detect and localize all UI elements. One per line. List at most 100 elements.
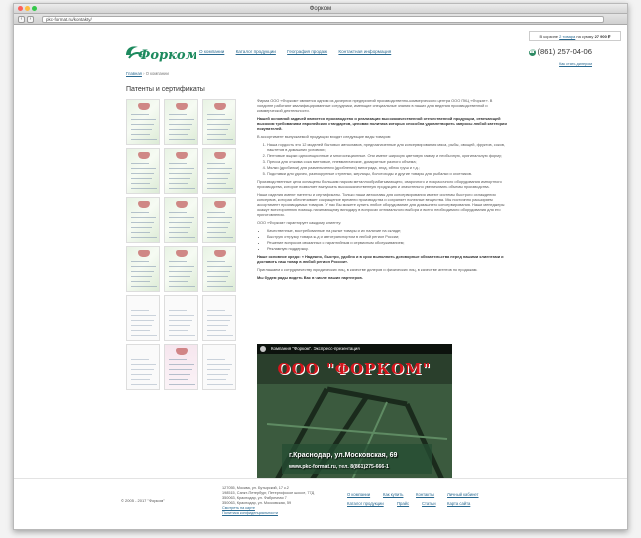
footer-link-how-to-buy[interactable]: Как купить <box>383 492 403 497</box>
text-line <box>131 335 157 336</box>
policy-link[interactable]: Политика конфиденциальности <box>222 511 278 515</box>
text-line <box>207 359 225 360</box>
text-line <box>169 183 188 184</box>
text-line <box>131 119 156 120</box>
text-line <box>131 129 152 130</box>
nav-catalog[interactable]: Каталог продукции <box>236 49 276 54</box>
browser-window: Форком ‹ › pkc-format.ru/kontakty/ В кор… <box>13 3 628 530</box>
seal-icon <box>176 103 188 110</box>
web-page: В корзине 2 товара на сумму 27 900 ₽ Фор… <box>14 26 627 529</box>
cart-items-link[interactable]: 2 товара <box>559 34 575 39</box>
breadcrumb-current: О компании <box>145 71 169 76</box>
certificate-thumbnail[interactable] <box>126 295 160 341</box>
text-line <box>207 129 228 130</box>
video-title-bar: Компания "Форком". Экспресс-презентация <box>257 344 452 354</box>
footer: © 2005 - 2017 "Форком" 127055, Москва, у… <box>14 478 627 529</box>
text-line <box>207 335 233 336</box>
certificate-thumbnail[interactable] <box>202 344 236 390</box>
forward-button[interactable]: › <box>27 16 34 23</box>
text-line <box>207 139 233 140</box>
close-icon[interactable] <box>18 6 23 11</box>
footer-link-catalog[interactable]: Каталог продукции <box>347 501 384 506</box>
nav-contacts[interactable]: Контактная информация <box>338 49 391 54</box>
paragraph-bold: Наше основное кредо: « Надежно, быстро, … <box>257 254 504 264</box>
seal-icon <box>176 250 188 257</box>
certificate-thumbnail[interactable] <box>164 344 198 390</box>
footer-link-cabinet[interactable]: Личный кабинет <box>447 492 479 497</box>
list-item: Мялки (дробилки) для размельчения (дробл… <box>267 165 509 170</box>
breadcrumb-home[interactable]: Главная <box>126 71 142 76</box>
text-line <box>207 173 230 174</box>
text-line <box>131 163 149 164</box>
nav-about[interactable]: О компании <box>199 49 224 54</box>
video-player[interactable]: Компания "Форком". Экспресс-презентация … <box>257 344 452 480</box>
text-line <box>207 227 228 228</box>
seal-icon <box>214 103 226 110</box>
list-item: Пентовые ящики односекционные и многосек… <box>267 153 509 158</box>
text-line <box>169 134 188 135</box>
paragraph-bold: Нашей основной задачей является производ… <box>257 116 507 131</box>
text-line <box>207 281 226 282</box>
products-list: Наша гордость это 12 моделей бытовых авт… <box>267 142 509 176</box>
certificate-thumbnail[interactable] <box>202 295 236 341</box>
certificate-thumbnail[interactable] <box>126 344 160 390</box>
seal-icon <box>214 152 226 159</box>
certificate-thumbnail[interactable] <box>164 197 198 243</box>
text-line <box>169 286 195 287</box>
text-line <box>169 227 190 228</box>
certificate-thumbnail[interactable] <box>126 197 160 243</box>
text-line <box>169 114 187 115</box>
forward-icon: › <box>29 16 32 22</box>
footer-link-articles[interactable]: Статьи <box>422 501 436 506</box>
certificate-thumbnail[interactable] <box>164 295 198 341</box>
certificate-thumbnail[interactable] <box>202 99 236 145</box>
text-line <box>169 163 187 164</box>
footer-link-about[interactable]: О компании <box>347 492 370 497</box>
maximize-icon[interactable] <box>32 6 37 11</box>
cart-summary: В корзине 2 товара на сумму 27 900 ₽ <box>529 31 621 41</box>
text-line <box>207 310 225 311</box>
nav-geography[interactable]: География продаж <box>287 49 327 54</box>
address-bar[interactable]: pkc-format.ru/kontakty/ <box>42 16 604 23</box>
dealer-link[interactable]: Как стать дилером <box>559 62 592 66</box>
list-item: Пресса для отжима сока винтовые, пневмат… <box>267 159 509 164</box>
text-line <box>207 119 232 120</box>
minimize-icon[interactable] <box>25 6 30 11</box>
text-line <box>131 369 154 370</box>
certificate-thumbnail[interactable] <box>126 246 160 292</box>
seal-icon <box>138 250 150 257</box>
certificate-thumbnail[interactable] <box>164 99 198 145</box>
paragraph: Приглашаем к сотрудничеству юридических … <box>257 267 478 272</box>
text-line <box>207 183 226 184</box>
footer-link-sitemap[interactable]: Карта сайта <box>447 501 470 506</box>
certificate-thumbnail[interactable] <box>126 99 160 145</box>
map-link[interactable]: Смотреть на карте <box>222 506 255 510</box>
text-line <box>131 281 150 282</box>
list-item: Быструю отгрузку товара ж.д и автотрансп… <box>267 234 509 239</box>
text-line <box>131 222 154 223</box>
text-line <box>169 325 190 326</box>
certificate-thumbnail[interactable] <box>202 148 236 194</box>
certificate-thumbnail[interactable] <box>164 246 198 292</box>
certificate-thumbnail[interactable] <box>164 148 198 194</box>
text-line <box>131 359 149 360</box>
text-line <box>207 315 232 316</box>
text-line <box>131 237 157 238</box>
back-button[interactable]: ‹ <box>18 16 25 23</box>
main-nav: О компании Каталог продукции География п… <box>199 49 401 54</box>
text-line <box>169 281 188 282</box>
text-line <box>169 173 192 174</box>
text-line <box>131 286 157 287</box>
back-icon: ‹ <box>20 16 23 22</box>
text-line <box>169 232 188 233</box>
paragraph: Фирма ООО «Форком» является одним из доч… <box>257 98 493 113</box>
breadcrumb: Главная › О компании <box>126 71 169 76</box>
certificate-thumbnail[interactable] <box>202 197 236 243</box>
footer-link-price[interactable]: Прайс <box>397 501 409 506</box>
certificate-thumbnail[interactable] <box>126 148 160 194</box>
seal-icon <box>176 152 188 159</box>
certificate-thumbnail[interactable] <box>202 246 236 292</box>
forkom-logo[interactable]: Форком <box>124 43 196 63</box>
video-headline: ООО "ФОРКОМ" <box>277 360 432 378</box>
footer-link-contacts[interactable]: Контакты <box>416 492 434 497</box>
